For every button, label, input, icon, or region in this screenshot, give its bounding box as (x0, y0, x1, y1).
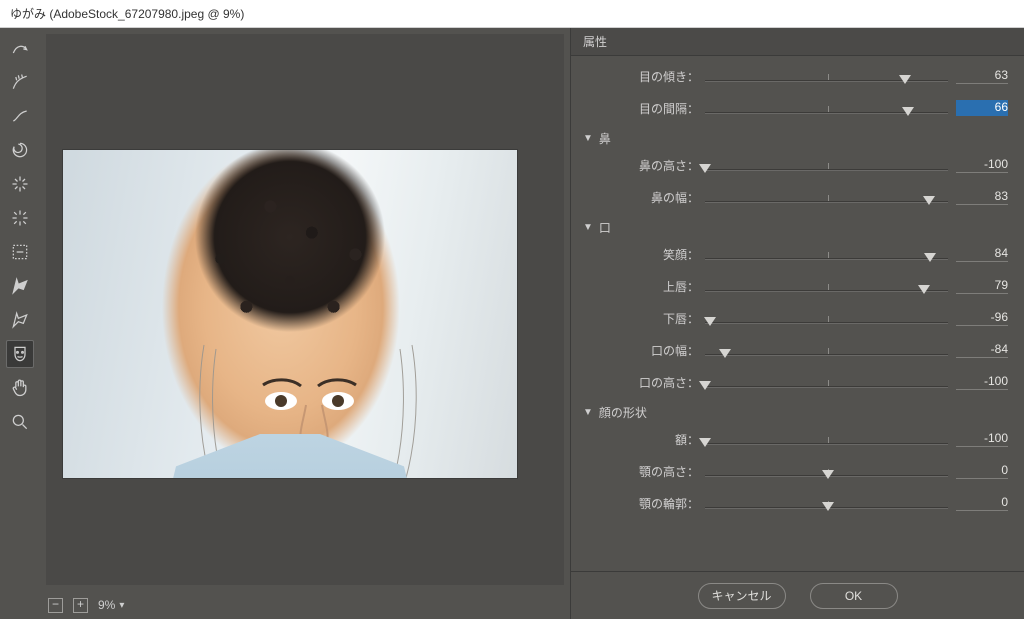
disclosure-triangle-icon: ▼ (583, 222, 593, 233)
slider-track[interactable] (705, 457, 950, 485)
slider-mouth-height: 口の高さ： -100 (581, 366, 1014, 398)
value-nose-height[interactable]: -100 (956, 157, 1008, 173)
window-titlebar: ゆがみ (AdobeStock_67207980.jpeg @ 9%) (0, 0, 1024, 28)
slider-track[interactable] (705, 240, 950, 268)
canvas-footer: − + 9% ▾ (40, 591, 570, 619)
face-tool-icon[interactable] (6, 340, 34, 368)
value-eye-spacing[interactable]: 66 (956, 100, 1008, 116)
reconstruct-tool-icon[interactable] (6, 68, 34, 96)
document-image[interactable] (62, 149, 518, 479)
slider-track[interactable] (705, 151, 950, 179)
panel-title: 属性 (583, 33, 607, 50)
disclosure-triangle-icon: ▼ (583, 407, 593, 418)
slider-track[interactable] (705, 62, 950, 90)
properties-panel: 属性 目の傾き： 63 目の間隔： 66 (570, 28, 1024, 619)
slider-track[interactable] (705, 304, 950, 332)
value-upper-lip[interactable]: 79 (956, 278, 1008, 294)
slider-nose-width: 鼻の幅： 83 (581, 181, 1014, 213)
face-mesh-overlay (188, 305, 428, 479)
zoom-level-label: 9% (98, 598, 115, 612)
slider-track[interactable] (705, 368, 950, 396)
slider-upper-lip: 上唇： 79 (581, 270, 1014, 302)
section-mouth[interactable]: ▼ 口 (581, 213, 1014, 238)
bloat-tool-icon[interactable] (6, 204, 34, 232)
slider-track[interactable] (705, 272, 950, 300)
window-title: ゆがみ (AdobeStock_67207980.jpeg @ 9%) (10, 5, 244, 22)
zoom-tool-icon[interactable] (6, 408, 34, 436)
section-face-shape-label: 顔の形状 (599, 404, 647, 421)
canvas-area: − + 9% ▾ (40, 28, 570, 619)
twirl-tool-icon[interactable] (6, 136, 34, 164)
smooth-tool-icon[interactable] (6, 102, 34, 130)
slider-jaw-contour: 顎の輪郭： 0 (581, 487, 1014, 519)
section-nose[interactable]: ▼ 鼻 (581, 124, 1014, 149)
value-mouth-height[interactable]: -100 (956, 374, 1008, 390)
value-mouth-width[interactable]: -84 (956, 342, 1008, 358)
slider-track[interactable] (705, 425, 950, 453)
value-eye-tilt[interactable]: 63 (956, 68, 1008, 84)
forward-warp-tool-icon[interactable] (6, 34, 34, 62)
ok-button[interactable]: OK (810, 583, 898, 609)
value-nose-width[interactable]: 83 (956, 189, 1008, 205)
chevron-down-icon: ▾ (119, 600, 124, 611)
slider-track[interactable] (705, 336, 950, 364)
dialog-buttons: キャンセル OK (571, 571, 1024, 619)
disclosure-triangle-icon: ▼ (583, 133, 593, 144)
slider-eye-spacing: 目の間隔： 66 (581, 92, 1014, 124)
canvas-viewport[interactable] (46, 34, 564, 585)
push-left-tool-icon[interactable] (6, 238, 34, 266)
slider-track[interactable] (705, 183, 950, 211)
value-forehead[interactable]: -100 (956, 431, 1008, 447)
value-smile[interactable]: 84 (956, 246, 1008, 262)
slider-mouth-width: 口の幅： -84 (581, 334, 1014, 366)
zoom-in-button[interactable]: + (73, 598, 88, 613)
slider-smile: 笑顔： 84 (581, 238, 1014, 270)
zoom-out-button[interactable]: − (48, 598, 63, 613)
slider-lower-lip: 下唇： -96 (581, 302, 1014, 334)
slider-track[interactable] (705, 489, 950, 517)
panel-header: 属性 (571, 28, 1024, 56)
slider-eye-tilt: 目の傾き： 63 (581, 60, 1014, 92)
thaw-mask-tool-icon[interactable] (6, 306, 34, 334)
section-face-shape[interactable]: ▼ 顔の形状 (581, 398, 1014, 423)
zoom-level-menu[interactable]: 9% ▾ (98, 598, 124, 612)
section-nose-label: 鼻 (599, 130, 611, 147)
hand-tool-icon[interactable] (6, 374, 34, 402)
slider-track[interactable] (705, 94, 950, 122)
slider-chin-height: 顎の高さ： 0 (581, 455, 1014, 487)
freeze-mask-tool-icon[interactable] (6, 272, 34, 300)
cancel-button[interactable]: キャンセル (698, 583, 786, 609)
value-chin-height[interactable]: 0 (956, 463, 1008, 479)
value-jaw-contour[interactable]: 0 (956, 495, 1008, 511)
value-lower-lip[interactable]: -96 (956, 310, 1008, 326)
panel-scroll[interactable]: 目の傾き： 63 目の間隔： 66 ▼ 鼻 (571, 56, 1024, 571)
pucker-tool-icon[interactable] (6, 170, 34, 198)
slider-nose-height: 鼻の高さ： -100 (581, 149, 1014, 181)
section-mouth-label: 口 (599, 219, 611, 236)
slider-forehead: 額： -100 (581, 423, 1014, 455)
toolstrip (0, 28, 40, 619)
